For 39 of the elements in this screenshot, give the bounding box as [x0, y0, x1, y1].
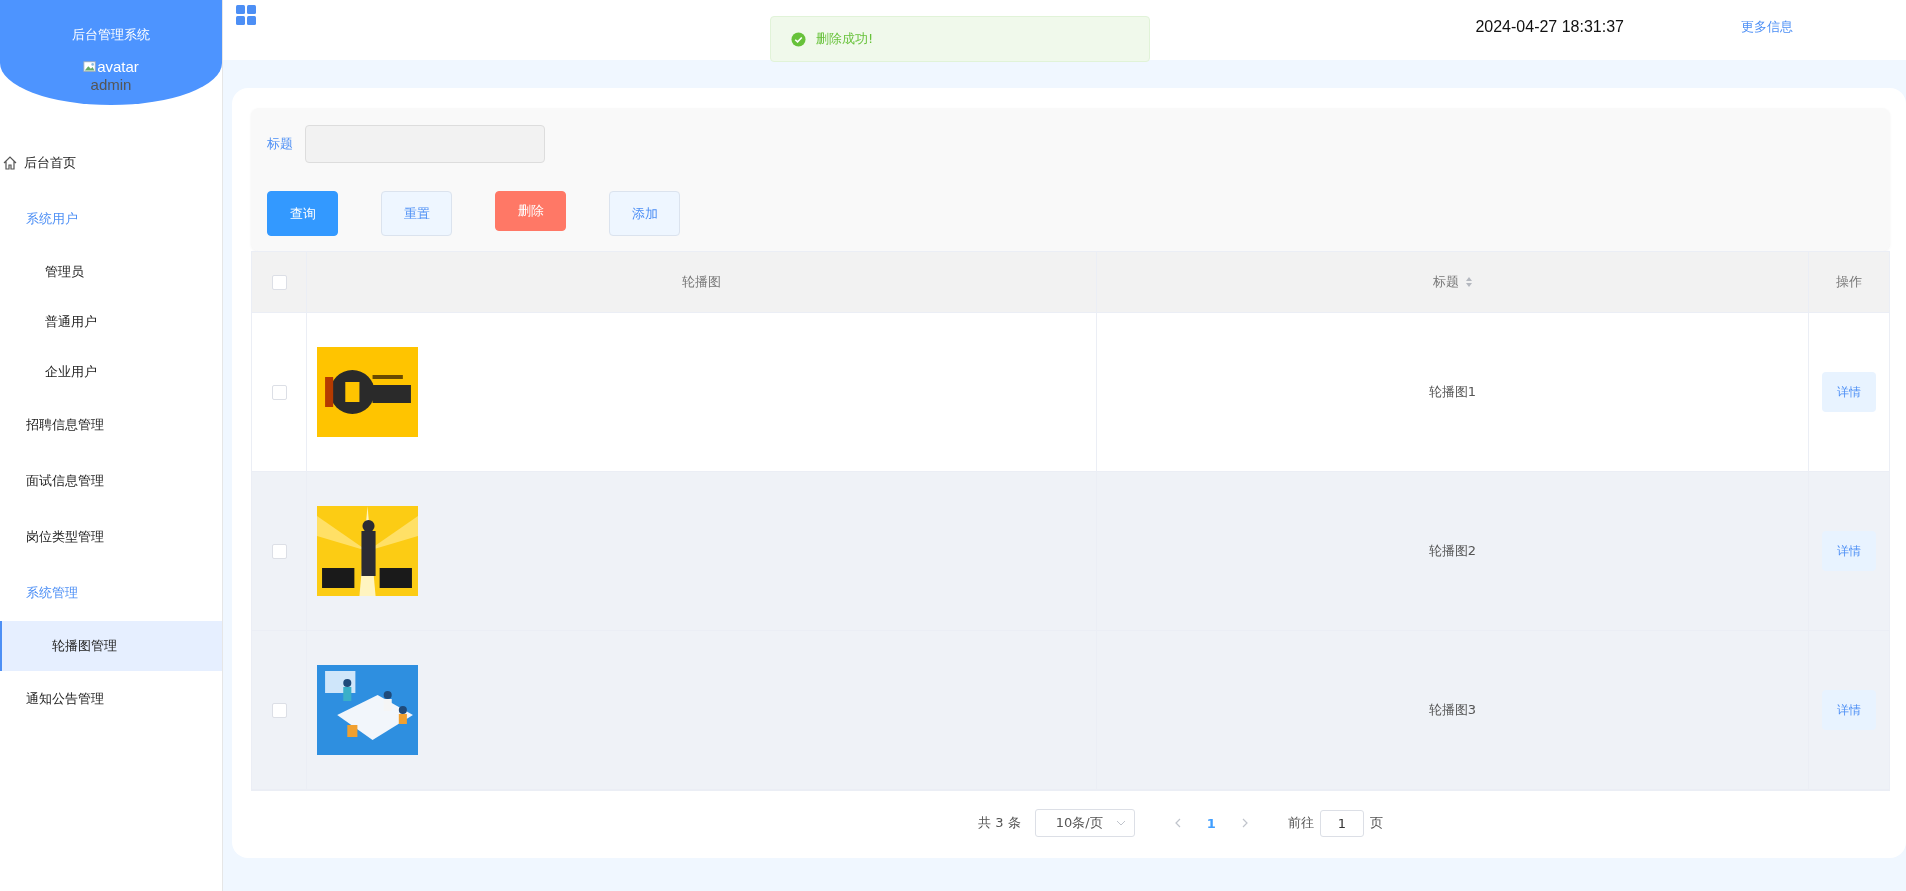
column-header: 轮播图 [682, 273, 721, 291]
column-header: 标题 [1432, 273, 1459, 291]
avatar-alt-text: avatar [97, 58, 139, 75]
menu-item[interactable]: 招聘信息管理 [0, 397, 222, 453]
column-header: 操作 [1836, 273, 1862, 291]
table-cell: 轮播图3 [1428, 701, 1477, 719]
submenu-item[interactable]: 普通用户 [0, 297, 222, 347]
select-all-checkbox[interactable] [271, 274, 287, 290]
submenu-item[interactable]: 管理员 [0, 247, 222, 297]
title-input[interactable] [305, 125, 545, 163]
page-size-select[interactable]: 10条/页 [1034, 809, 1135, 837]
table-cell: 轮播图2 [1428, 542, 1477, 560]
success-icon [791, 31, 806, 47]
submenu-item[interactable]: 轮播图管理 [0, 621, 222, 671]
table-cell: 轮播图1 [1428, 383, 1477, 401]
row-checkbox[interactable] [271, 702, 287, 718]
previous-page-icon[interactable] [1174, 818, 1181, 828]
menu-item[interactable]: 面试信息管理 [0, 453, 222, 509]
username: admin [90, 76, 132, 93]
chevron-down-icon [1115, 820, 1126, 826]
sort-icon[interactable] [1464, 276, 1473, 288]
next-page-icon[interactable] [1241, 818, 1248, 828]
broken-image-icon [83, 59, 98, 74]
menu-item[interactable]: 通知公告管理 [0, 671, 222, 727]
page-input[interactable]: 1 [1319, 809, 1364, 837]
grid-menu-icon[interactable] [236, 5, 256, 25]
goto-label: 前往 [1287, 814, 1314, 832]
page-unit: 页 [1369, 814, 1383, 832]
toast-message: 删除成功! [816, 30, 874, 48]
total-count: 共 3 条 [978, 814, 1021, 832]
submenu-item[interactable]: 企业用户 [0, 347, 222, 397]
menu-item[interactable]: 岗位类型管理 [0, 509, 222, 565]
current-time: 2024-04-27 18:31:37 [1475, 18, 1624, 36]
menu-item[interactable]: 后台首页 [0, 135, 222, 191]
row-checkbox[interactable] [271, 384, 287, 400]
home-icon [2, 155, 18, 171]
system-title: 后台管理系统 [72, 26, 150, 44]
field-label: 标题 [267, 135, 293, 153]
row-checkbox[interactable] [271, 543, 287, 559]
